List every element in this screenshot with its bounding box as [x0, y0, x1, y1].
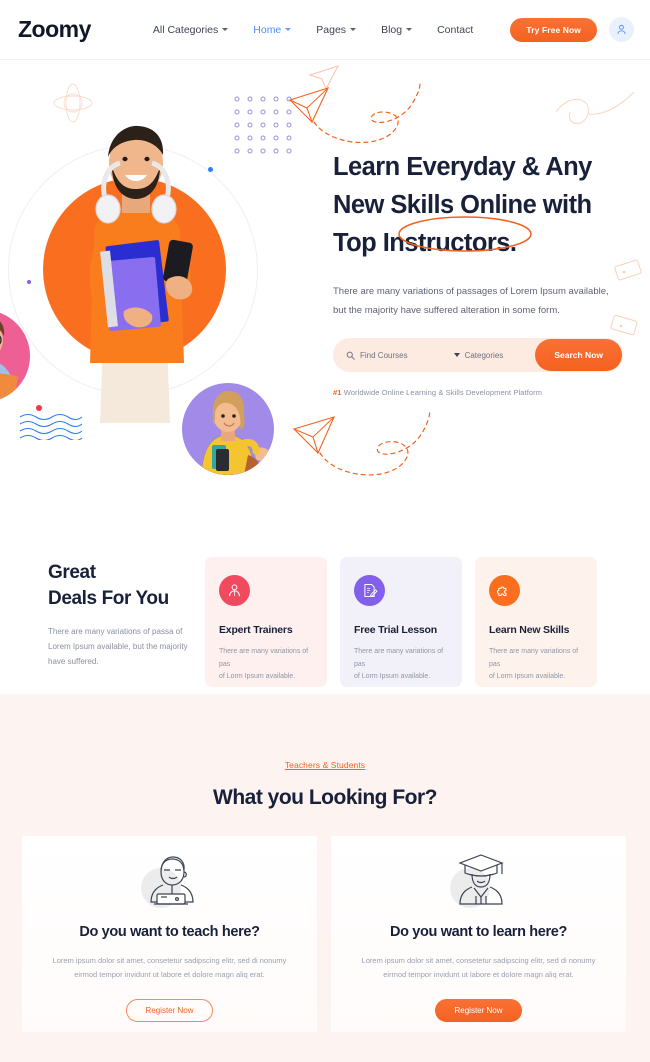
document-pen-icon — [364, 583, 378, 598]
nav-item-contact[interactable]: Contact — [437, 24, 473, 36]
accent-dot-blue — [208, 167, 213, 172]
deals-paragraph: There are many variations of passa of Lo… — [48, 627, 188, 666]
main-navigation: All Categories Home Pages Blog Contact — [153, 24, 473, 36]
graduate-cap-icon — [457, 854, 504, 905]
hero-rank-note: #1 Worldwide Online Learning & Skills De… — [333, 388, 633, 397]
student-photo-purple — [182, 383, 274, 475]
search-now-button[interactable]: Search Now — [535, 339, 622, 371]
card-text-line-2: eirmod tempor invidunt ut labore et dolo… — [74, 970, 265, 979]
deal-card-free-trial-lesson[interactable]: Free Trial Lesson There are many variati… — [340, 557, 462, 687]
trainer-user-icon-badge — [219, 575, 250, 606]
chevron-down-icon — [222, 28, 229, 31]
looking-for-heading: What you Looking For? — [213, 786, 437, 809]
student-with-books-photo — [89, 125, 193, 423]
chevron-down-icon — [285, 28, 292, 31]
landing-page: Zoomy All Categories Home Pages Blog Con… — [0, 0, 650, 1062]
register-now-button-teach[interactable]: Register Now — [126, 999, 213, 1022]
deal-card-text-line-1: There are many variations of pas — [354, 648, 444, 668]
chevron-down-icon — [350, 28, 357, 31]
hero-section: Learn Everyday & Any New Skills Online w… — [0, 60, 650, 694]
deal-card-text-line-2: of Lorm Ipsum available. — [489, 673, 566, 680]
site-header: Zoomy All Categories Home Pages Blog Con… — [0, 0, 650, 60]
deal-card-title: Free Trial Lesson — [354, 624, 437, 636]
hero-paragraph: There are many variations of passages of… — [333, 286, 609, 316]
card-title: Do you want to learn here? — [389, 924, 567, 940]
card-text-line-2: eirmod tempor invidunt ut labore et dolo… — [383, 970, 574, 979]
nav-item-blog[interactable]: Blog — [381, 23, 413, 36]
deal-card-text: There are many variations of pas of Lorm… — [489, 646, 583, 684]
highlight-circle-icon — [398, 216, 532, 252]
category-label: Categories — [464, 350, 504, 360]
card-text: Lorem ipsum dolor sit amet, consetetur s… — [359, 954, 599, 982]
deal-card-text: There are many variations of pas of Lorm… — [219, 646, 313, 684]
deal-card-text-line-2: of Lorm Ipsum available. — [219, 673, 296, 680]
deal-card-expert-trainers[interactable]: Expert Trainers There are many variation… — [205, 557, 327, 687]
rank-badge: #1 — [333, 388, 342, 397]
brand-logo[interactable]: Zoomy — [18, 16, 91, 43]
course-search-bar: Find Courses Categories Search Now — [333, 338, 623, 372]
deal-card-learn-new-skills[interactable]: Learn New Skills There are many variatio… — [475, 557, 597, 687]
document-pen-icon-badge — [354, 575, 385, 606]
deals-card-list: Expert Trainers There are many variation… — [205, 557, 597, 687]
paper-plane-faded-icon — [308, 65, 340, 91]
try-free-now-button[interactable]: Try Free Now — [510, 17, 597, 42]
card-text-line-1: Lorem ipsum dolor sit amet, consetetur s… — [361, 956, 596, 965]
deals-section: Great Deals For You There are many varia… — [0, 530, 650, 694]
hero-heading-line-1: Learn Everyday & Any — [333, 153, 592, 181]
accent-dot-purple — [27, 280, 31, 284]
deals-intro: Great Deals For You There are many varia… — [48, 560, 193, 694]
nav-item-home[interactable]: Home — [253, 23, 292, 36]
magnifier-icon — [346, 351, 355, 360]
deals-heading: Great Deals For You — [48, 560, 193, 612]
deals-heading-line-1: Great — [48, 562, 96, 583]
paper-plane-icon — [288, 83, 421, 144]
teacher-laptop-icon — [149, 856, 194, 905]
accent-dot-red — [36, 405, 42, 411]
rank-note-text: Worldwide Online Learning & Skills Devel… — [343, 388, 543, 397]
nav-label: Home — [253, 23, 282, 36]
graduate-icon-wrap — [448, 852, 510, 914]
chevron-down-icon — [453, 353, 460, 357]
puzzle-piece-icon — [496, 586, 507, 596]
looking-for-card-list: Do you want to teach here? Lorem ipsum d… — [22, 836, 626, 1032]
trainer-user-icon — [229, 584, 240, 597]
deal-card-text: There are many variations of pas of Lorm… — [354, 646, 448, 684]
search-input-group[interactable]: Find Courses — [346, 351, 408, 360]
learn-here-card[interactable]: Do you want to learn here? Lorem ipsum d… — [331, 836, 626, 1032]
nav-label: Blog — [381, 23, 403, 36]
teacher-icon-wrap — [139, 852, 201, 914]
deal-card-title: Learn New Skills — [489, 624, 570, 636]
card-title: Do you want to teach here? — [79, 924, 260, 940]
user-icon — [617, 24, 626, 34]
search-input[interactable]: Find Courses — [360, 351, 408, 360]
deal-card-text-line-1: There are many variations of pas — [219, 648, 309, 668]
nav-label: Pages — [316, 23, 347, 36]
register-now-button-learn[interactable]: Register Now — [435, 999, 522, 1022]
nav-label: Contact — [437, 23, 474, 36]
deal-card-text-line-1: There are many variations of pas — [489, 648, 579, 668]
header-actions: Try Free Now — [510, 17, 634, 42]
looking-for-section: Teachers & Students What you Looking For… — [0, 694, 650, 1062]
card-text-line-1: Lorem ipsum dolor sit amet, consetetur s… — [52, 956, 287, 965]
nav-item-all-categories[interactable]: All Categories — [152, 23, 229, 36]
girl-yellow-illustration — [202, 390, 270, 475]
nav-label: All Categories — [152, 23, 219, 36]
chevron-down-icon — [406, 28, 413, 31]
deal-card-title: Expert Trainers — [219, 624, 293, 636]
hero-content: Learn Everyday & Any New Skills Online w… — [333, 148, 633, 397]
account-button[interactable] — [609, 17, 634, 42]
deal-card-text-line-2: of Lorm Ipsum available. — [354, 673, 431, 680]
hero-illustration — [0, 125, 290, 475]
section-eyebrow-link[interactable]: Teachers & Students — [0, 760, 650, 770]
nav-item-pages[interactable]: Pages — [316, 23, 357, 36]
deals-heading-line-2: Deals For You — [48, 588, 169, 609]
puzzle-piece-icon-badge — [489, 575, 520, 606]
scribble-decoration — [555, 91, 635, 124]
paper-plane-bottom-icon — [292, 408, 431, 476]
teach-here-card[interactable]: Do you want to teach here? Lorem ipsum d… — [22, 836, 317, 1032]
card-text: Lorem ipsum dolor sit amet, consetetur s… — [50, 954, 290, 982]
hero-heading: Learn Everyday & Any New Skills Online w… — [333, 148, 633, 262]
atom-decoration — [53, 83, 93, 123]
category-select[interactable]: Categories — [453, 350, 504, 360]
